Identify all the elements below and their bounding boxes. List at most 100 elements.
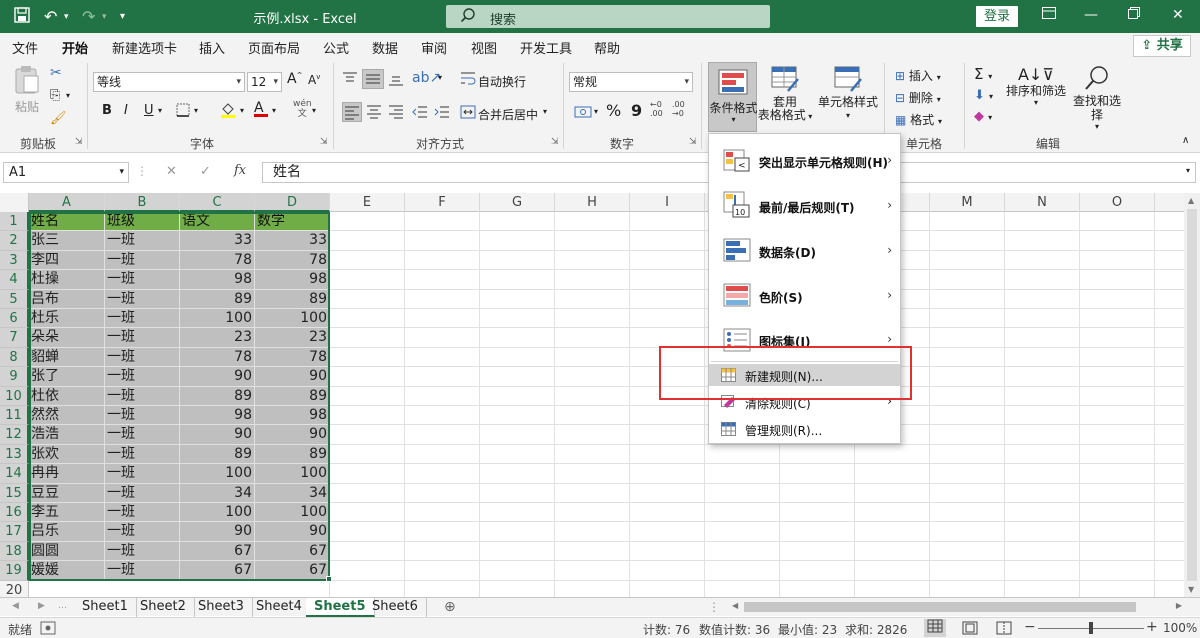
next-sheet-icon[interactable]: ▶ (38, 601, 45, 611)
table-cell[interactable]: 一班 (105, 425, 180, 445)
table-cell[interactable]: 貂蝉 (29, 347, 105, 368)
fill-icon[interactable]: ⬇ ▾ (974, 88, 993, 103)
header-cell[interactable]: 数学 (255, 212, 330, 232)
font-color-icon[interactable]: A (254, 100, 268, 117)
table-cell[interactable]: 吕布 (29, 289, 105, 309)
menu-new-tab[interactable]: 新建选项卡 (112, 38, 177, 57)
zoom-slider-thumb[interactable] (1089, 622, 1093, 634)
number-launcher-icon[interactable]: ⇲ (689, 137, 697, 147)
table-cell[interactable]: 100 (180, 503, 255, 523)
row-header[interactable]: 3 (0, 250, 29, 271)
restore-icon[interactable] (1128, 7, 1140, 23)
row-header[interactable]: 16 (0, 503, 29, 523)
table-cell[interactable]: 然然 (29, 406, 105, 426)
horizontal-scrollbar[interactable]: ◀ ▶ (730, 600, 1184, 614)
table-cell[interactable]: 圆圆 (29, 541, 105, 562)
table-cell[interactable]: 98 (255, 406, 330, 426)
close-icon[interactable]: ✕ (1172, 7, 1184, 23)
row-header[interactable]: 12 (0, 425, 29, 445)
table-cell[interactable]: 一班 (105, 231, 180, 251)
column-header-g[interactable]: G (480, 193, 555, 212)
table-cell[interactable]: 89 (255, 289, 330, 309)
column-header-a[interactable]: A (29, 193, 105, 212)
row-header[interactable]: 20 (0, 580, 29, 597)
align-center-icon[interactable] (366, 104, 382, 123)
percent-button[interactable]: % (606, 101, 621, 120)
normal-view-icon[interactable] (924, 619, 946, 637)
table-cell[interactable]: 一班 (105, 541, 180, 562)
row-header[interactable]: 6 (0, 309, 29, 329)
autosum-icon[interactable]: Σ ▾ (974, 65, 992, 83)
header-cell[interactable]: 班级 (105, 212, 180, 232)
insert-function-button[interactable]: fx (234, 163, 246, 178)
font-launcher-icon[interactable]: ⇲ (320, 137, 328, 147)
menu-formulas[interactable]: 公式 (323, 38, 349, 57)
table-cell[interactable]: 张了 (29, 367, 105, 387)
table-cell[interactable]: 李四 (29, 250, 105, 271)
number-format-combo[interactable]: 常规 ▾ (569, 72, 693, 92)
worksheet-grid[interactable]: ABCDEFGHIJKLMNO 123456789101112131415161… (0, 193, 1200, 597)
border-icon[interactable] (176, 103, 190, 121)
row-header[interactable]: 7 (0, 328, 29, 348)
merge-dropdown-icon[interactable]: ▾ (543, 107, 547, 116)
menu-page-layout[interactable]: 页面布局 (248, 38, 300, 57)
table-cell[interactable]: 媛媛 (29, 561, 105, 581)
fill-color-icon[interactable] (220, 101, 236, 122)
increase-decimal-icon[interactable]: ←0.00 (650, 100, 663, 118)
insert-cells-button[interactable]: ⊞ 插入 ▾ (895, 67, 941, 84)
table-cell[interactable]: 67 (255, 541, 330, 562)
row-header[interactable]: 11 (0, 406, 29, 426)
fill-dropdown-icon[interactable]: ▾ (240, 106, 244, 115)
menu-insert[interactable]: 插入 (199, 38, 225, 57)
align-right-icon[interactable] (388, 104, 404, 123)
column-header-b[interactable]: B (105, 193, 180, 212)
orientation-dropdown-icon[interactable]: ▾ (438, 73, 442, 82)
table-cell[interactable]: 100 (255, 503, 330, 523)
table-cell[interactable]: 一班 (105, 561, 180, 581)
table-cell[interactable]: 冉冉 (29, 464, 105, 484)
page-break-icon[interactable] (996, 621, 1012, 638)
table-cell[interactable]: 100 (255, 464, 330, 484)
search-box[interactable]: 搜索 (446, 5, 770, 28)
table-cell[interactable]: 89 (255, 444, 330, 465)
find-select-button[interactable]: 查找和选择 ▾ (1068, 65, 1126, 131)
table-cell[interactable]: 李五 (29, 503, 105, 523)
row-header[interactable]: 18 (0, 541, 29, 562)
table-cell[interactable]: 89 (255, 386, 330, 406)
column-header-o[interactable]: O (1080, 193, 1155, 212)
table-cell[interactable]: 98 (255, 270, 330, 290)
table-cell[interactable]: 90 (255, 425, 330, 445)
table-cell[interactable]: 朵朵 (29, 328, 105, 348)
table-cell[interactable]: 杜乐 (29, 309, 105, 329)
merge-center-icon[interactable] (460, 104, 476, 123)
header-cell[interactable]: 语文 (180, 212, 255, 232)
column-header-d[interactable]: D (255, 193, 330, 212)
column-header-m[interactable]: M (930, 193, 1005, 212)
menu-data-bars[interactable]: 数据条(D) › (709, 230, 900, 272)
cell-styles-button[interactable]: 单元格样式 ▾ (816, 65, 880, 122)
table-cell[interactable]: 吕乐 (29, 522, 105, 542)
cut-icon[interactable]: ✂ (50, 65, 62, 81)
copy-dropdown-icon[interactable]: ▾ (66, 91, 70, 100)
page-layout-icon[interactable] (962, 621, 978, 638)
hscroll-thumb[interactable] (744, 602, 1136, 612)
merge-center-label[interactable]: 合并后居中 (478, 106, 538, 123)
macro-record-icon[interactable] (40, 621, 56, 638)
scroll-up-icon[interactable]: ▲ (1188, 196, 1194, 205)
decrease-decimal-icon[interactable]: .00 →0 (672, 100, 685, 118)
table-cell[interactable]: 一班 (105, 386, 180, 406)
table-cell[interactable]: 98 (180, 270, 255, 290)
align-left-icon[interactable] (342, 102, 362, 122)
table-cell[interactable]: 100 (180, 464, 255, 484)
row-header[interactable]: 4 (0, 270, 29, 290)
menu-review[interactable]: 审阅 (421, 38, 447, 57)
table-cell[interactable]: 张欢 (29, 444, 105, 465)
orientation-icon[interactable]: ab↗ (412, 70, 441, 86)
table-cell[interactable]: 78 (180, 250, 255, 271)
table-cell[interactable]: 一班 (105, 503, 180, 523)
table-cell[interactable]: 33 (180, 231, 255, 251)
collapse-ribbon-icon[interactable]: ∧ (1182, 135, 1189, 146)
wrap-text-label[interactable]: 自动换行 (478, 73, 526, 90)
sort-filter-button[interactable]: A↓⊽ 排序和筛选 ▾ (1006, 65, 1066, 107)
underline-button[interactable]: U (144, 103, 154, 118)
